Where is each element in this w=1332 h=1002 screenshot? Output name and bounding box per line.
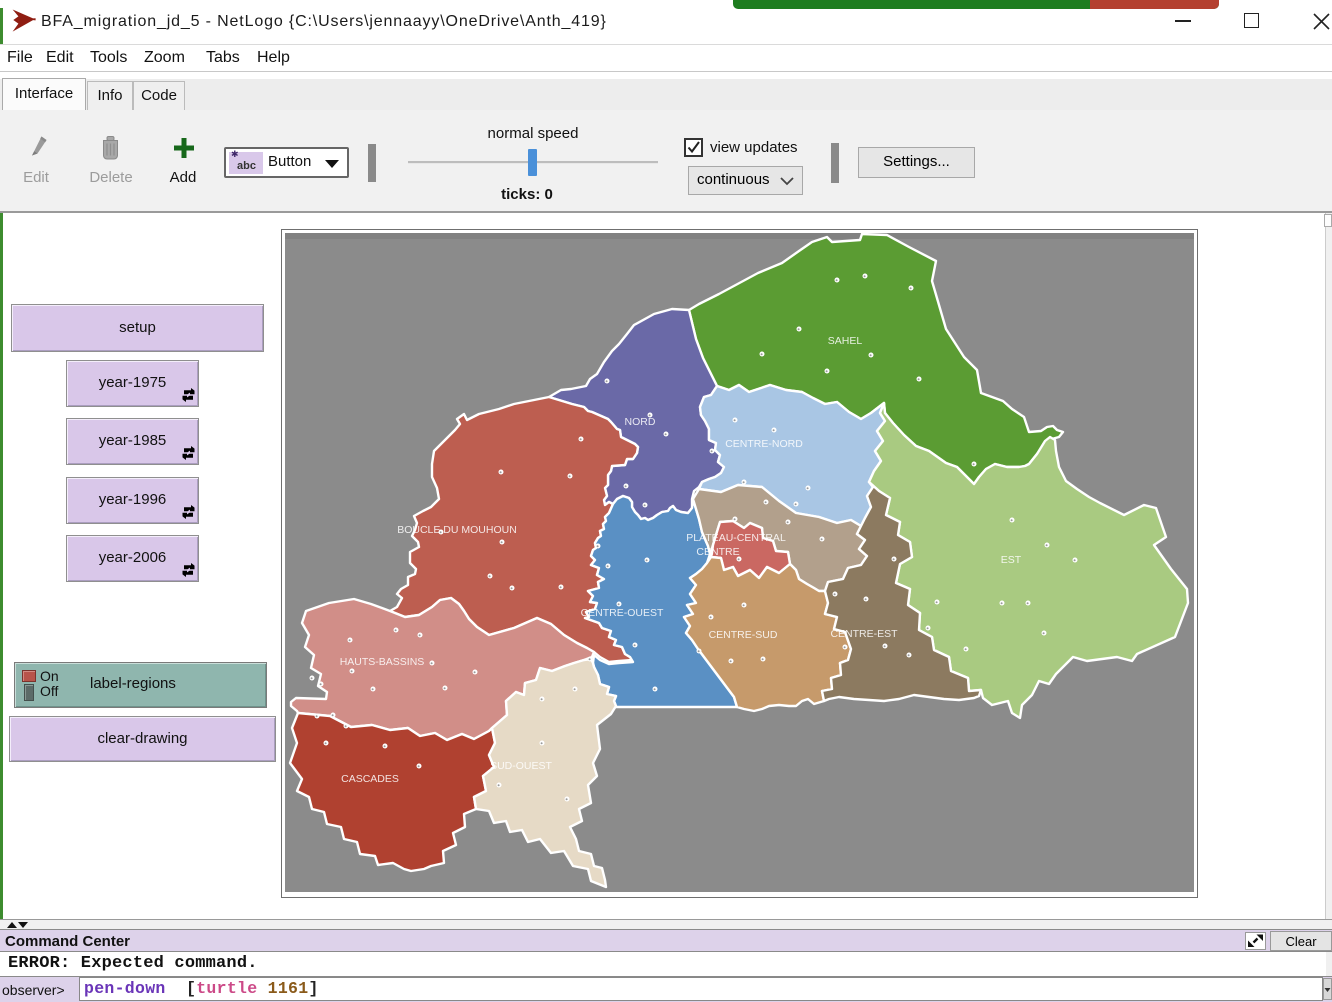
svg-text:PLATEAU-CENTRAL: PLATEAU-CENTRAL — [686, 532, 786, 544]
svg-text:NORD: NORD — [625, 416, 656, 428]
svg-text:EST: EST — [1001, 554, 1022, 566]
svg-text:HAUTS-BASSINS: HAUTS-BASSINS — [340, 656, 425, 668]
svg-text:CENTRE-OUEST: CENTRE-OUEST — [581, 607, 664, 619]
svg-text:CENTRE-EST: CENTRE-EST — [830, 628, 898, 640]
svg-text:SAHEL: SAHEL — [828, 335, 863, 347]
svg-text:CASCADES: CASCADES — [341, 773, 399, 785]
svg-text:BOUCLE DU MOUHOUN: BOUCLE DU MOUHOUN — [397, 524, 517, 536]
svg-text:CENTRE-NORD: CENTRE-NORD — [725, 438, 803, 450]
svg-text:CENTRE: CENTRE — [696, 546, 739, 558]
svg-text:SUD-OUEST: SUD-OUEST — [490, 760, 552, 772]
svg-text:CENTRE-SUD: CENTRE-SUD — [709, 629, 778, 641]
